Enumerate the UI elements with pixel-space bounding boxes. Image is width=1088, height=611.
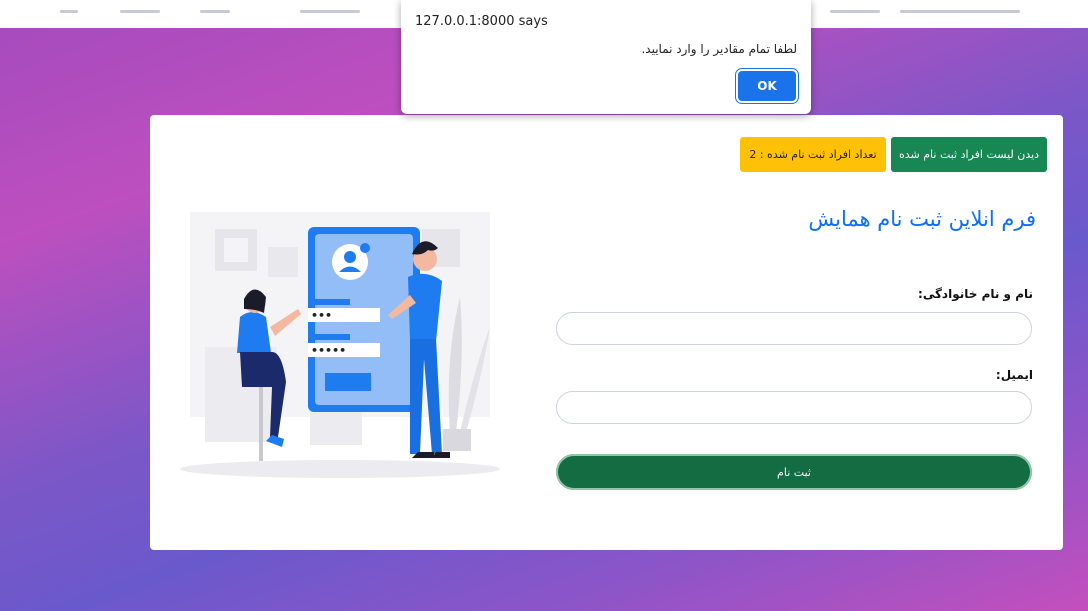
avatar-badge (360, 243, 370, 253)
stool-leg (259, 383, 263, 461)
field-label-bar (308, 299, 350, 305)
name-input[interactable] (556, 312, 1032, 345)
plant-pot (443, 429, 471, 451)
woman-shirt (237, 312, 271, 353)
top-strip-artifact (830, 10, 880, 13)
password-dots: ••••• (311, 344, 346, 357)
dialog-ok-button[interactable]: OK (738, 71, 796, 101)
submit-button[interactable]: ثبت نام (556, 454, 1032, 490)
wall-frame (268, 247, 298, 277)
top-strip-artifact (200, 10, 230, 13)
dialog-title: 127.0.0.1:8000 says (415, 14, 548, 29)
top-strip-artifact (120, 10, 160, 13)
name-label: نام و نام خانوادگی: (918, 287, 1033, 301)
avatar-icon (344, 251, 356, 263)
top-strip-artifact (900, 10, 1020, 13)
top-strip-artifact (300, 10, 360, 13)
field-label-bar (308, 334, 350, 340)
top-strip-artifact (60, 10, 78, 13)
panel-button (325, 373, 371, 391)
wall-frame-inner (224, 238, 248, 262)
registration-illustration: ••• ••••• (180, 212, 500, 478)
registration-card: دیدن لیست افراد ثبت نام شده تعداد افراد … (150, 115, 1063, 550)
view-registrants-button[interactable]: دیدن لیست افراد ثبت نام شده (891, 137, 1047, 172)
dialog-message: لطفا تمام مقادیر را وارد نمایید. (641, 42, 797, 56)
registrant-count-badge: تعداد افراد ثبت نام شده : 2 (740, 137, 886, 172)
floor-shadow (180, 460, 500, 478)
password-dots: ••• (311, 309, 332, 322)
form-title: فرم انلاین ثبت نام همایش (808, 207, 1036, 231)
man-shirt (408, 273, 442, 341)
email-input[interactable] (556, 391, 1032, 424)
alert-dialog: 127.0.0.1:8000 says لطفا تمام مقادیر را … (401, 0, 811, 114)
email-label: ایمیل: (995, 368, 1033, 382)
